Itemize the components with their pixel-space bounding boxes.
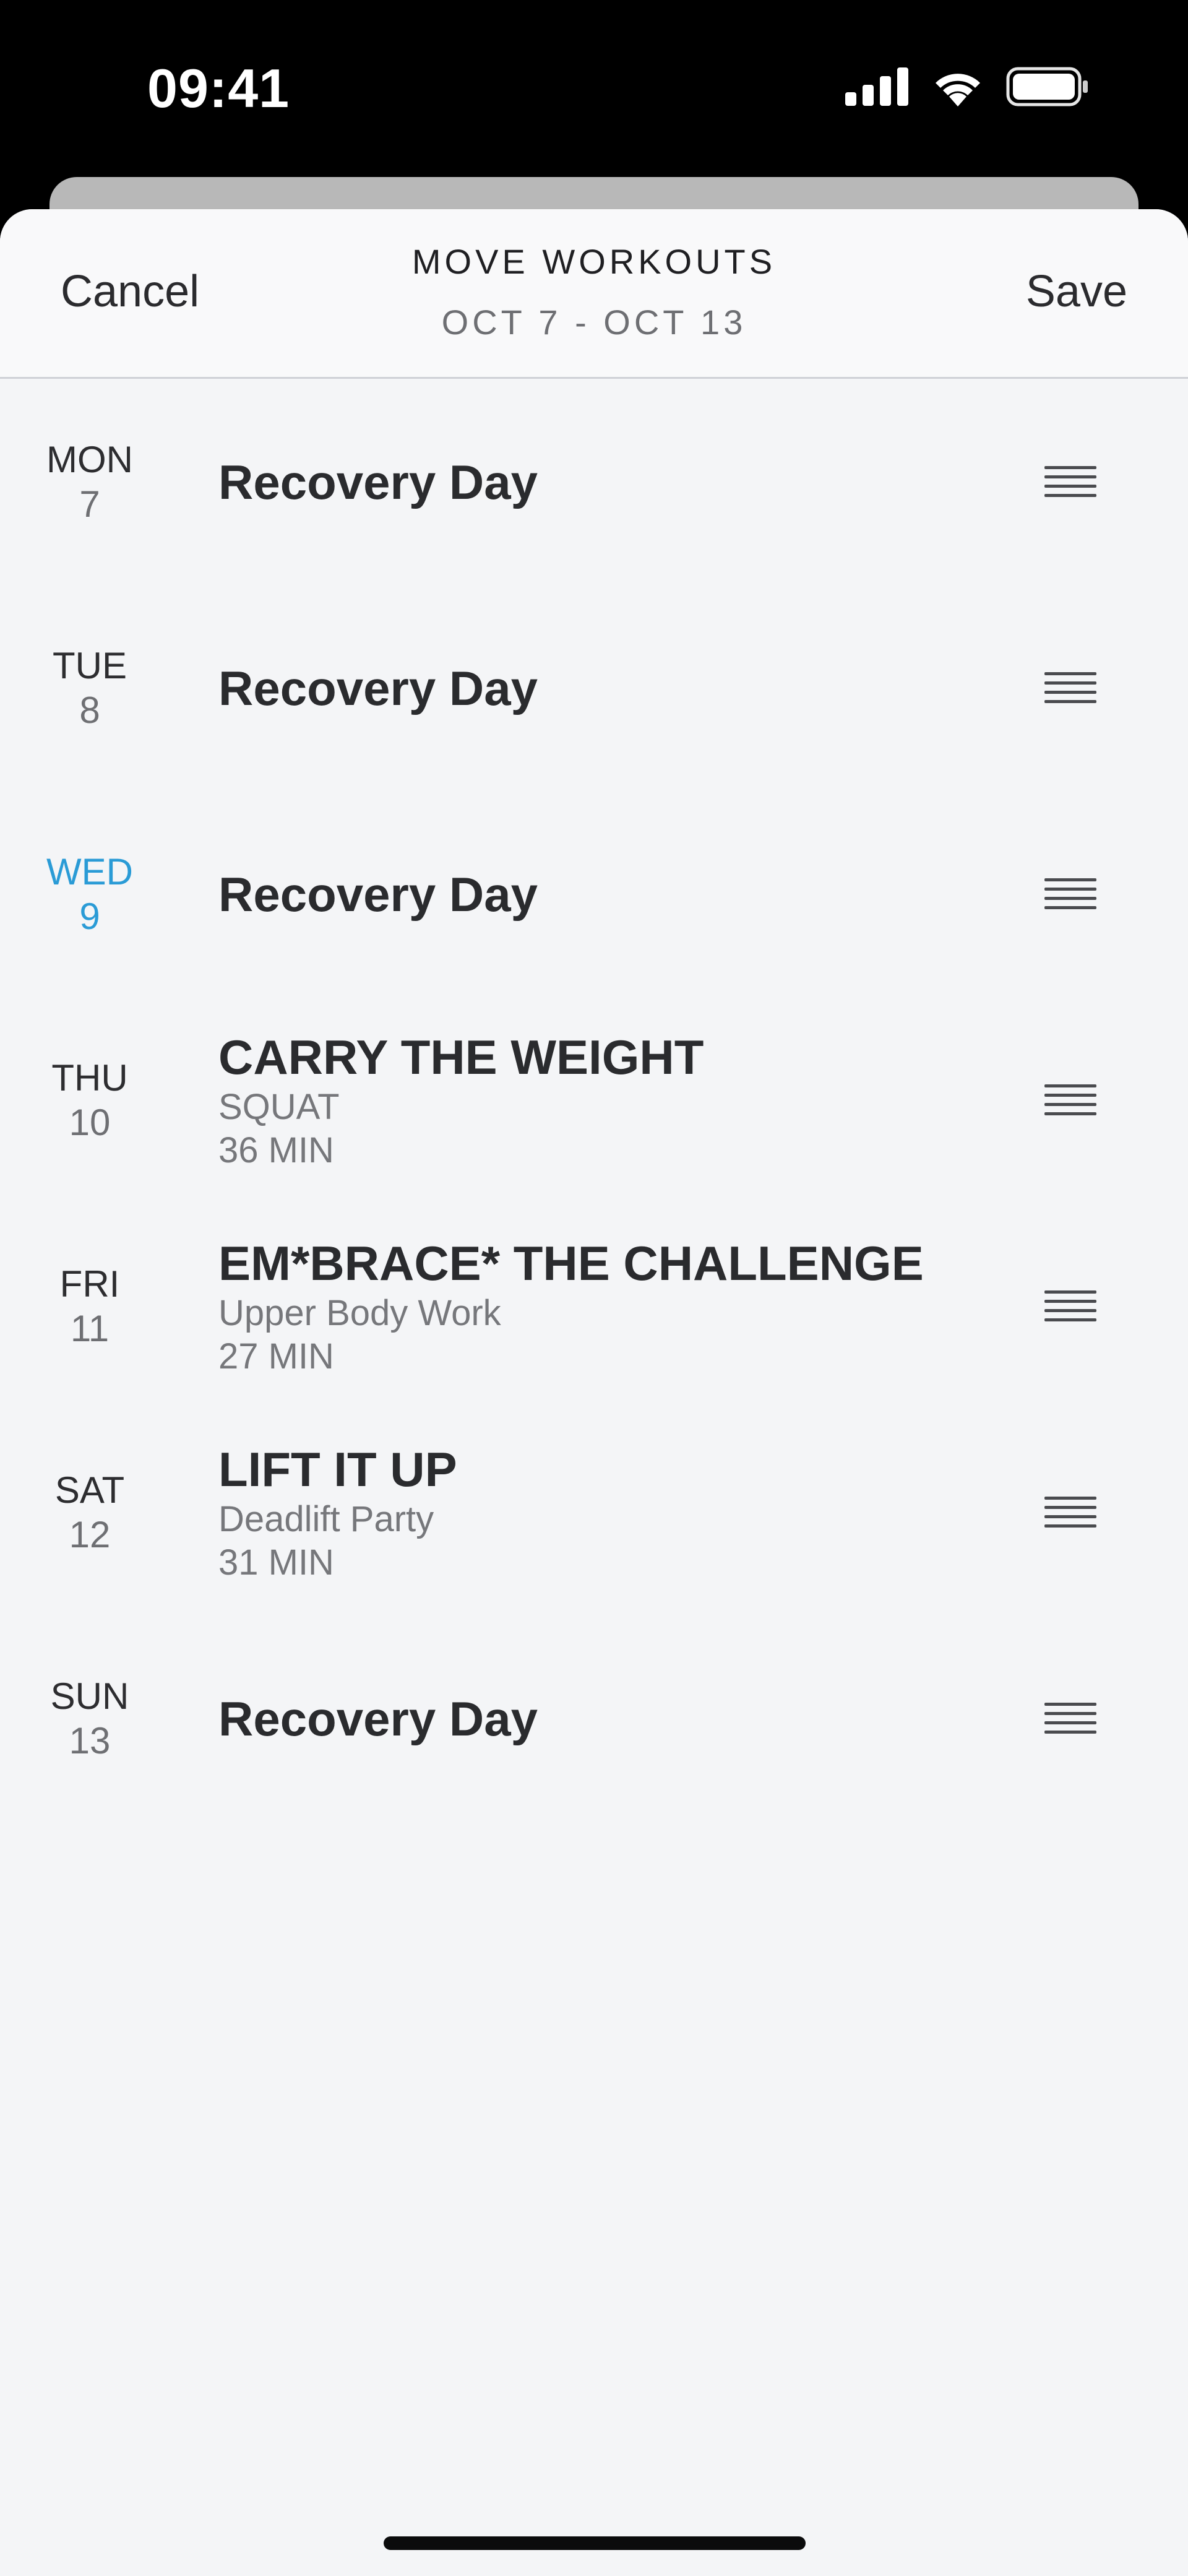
drag-handle-icon[interactable]	[1044, 878, 1096, 909]
workout-info: LIFT IT UP Deadlift Party 31 MIN	[218, 1409, 457, 1615]
workout-info: Recovery Day	[218, 791, 538, 997]
workout-title: Recovery Day	[218, 454, 538, 509]
workout-info: EM*BRACE* THE CHALLENGE Upper Body Work …	[218, 1203, 924, 1409]
drag-handle-icon[interactable]	[1044, 1703, 1096, 1734]
day-label: SUN 13	[0, 1615, 179, 1822]
drag-handle-icon[interactable]	[1044, 1290, 1096, 1321]
day-name: MON	[46, 438, 133, 480]
workout-subtitle: SQUAT	[218, 1086, 340, 1127]
day-name: WED	[46, 850, 133, 893]
day-label: SAT 12	[0, 1409, 179, 1615]
day-number: 7	[79, 483, 100, 525]
drag-handle-icon[interactable]	[1044, 1497, 1096, 1528]
day-name: FRI	[59, 1263, 120, 1305]
workout-title: CARRY THE WEIGHT	[218, 1029, 704, 1084]
day-number: 9	[79, 895, 100, 937]
move-workouts-sheet: Cancel MOVE WORKOUTS OCT 7 - OCT 13 Save…	[0, 209, 1188, 2576]
status-time: 09:41	[147, 58, 290, 119]
day-number: 12	[69, 1513, 111, 1555]
day-name: THU	[51, 1057, 128, 1099]
wifi-icon	[936, 74, 980, 106]
workout-subtitle: Upper Body Work	[218, 1292, 501, 1333]
workout-title: Recovery Day	[218, 660, 538, 715]
workout-row-sun: SUN 13 Recovery Day	[0, 1615, 1188, 1822]
day-label: TUE 8	[0, 585, 179, 791]
battery-icon	[1006, 67, 1088, 106]
day-label-today: WED 9	[0, 791, 179, 997]
cellular-signal-icon	[845, 67, 908, 106]
day-label: THU 10	[0, 997, 179, 1203]
workout-title: Recovery Day	[218, 867, 538, 922]
day-name: SUN	[50, 1675, 129, 1717]
workout-row-wed: WED 9 Recovery Day	[0, 791, 1188, 997]
drag-handle-icon[interactable]	[1044, 466, 1096, 497]
day-label: MON 7	[0, 379, 179, 585]
workout-title: LIFT IT UP	[218, 1441, 457, 1497]
workout-row-sat: SAT 12 LIFT IT UP Deadlift Party 31 MIN	[0, 1409, 1188, 1615]
drag-handle-icon[interactable]	[1044, 1084, 1096, 1115]
day-name: TUE	[53, 644, 127, 686]
workout-info: Recovery Day	[218, 379, 538, 585]
home-indicator[interactable]	[384, 2536, 806, 2550]
date-range: OCT 7 - OCT 13	[441, 303, 747, 342]
workout-row-mon: MON 7 Recovery Day	[0, 379, 1188, 585]
day-number: 13	[69, 1719, 111, 1761]
workout-info: CARRY THE WEIGHT SQUAT 36 MIN	[218, 997, 704, 1203]
day-name: SAT	[54, 1469, 125, 1511]
workout-duration: 31 MIN	[218, 1542, 334, 1583]
day-label: FRI 11	[0, 1203, 179, 1409]
workout-info: Recovery Day	[218, 585, 538, 791]
workout-title: EM*BRACE* THE CHALLENGE	[218, 1235, 924, 1290]
workout-row-fri: FRI 11 EM*BRACE* THE CHALLENGE Upper Bod…	[0, 1203, 1188, 1409]
workout-duration: 36 MIN	[218, 1130, 334, 1170]
page-title: MOVE WORKOUTS	[411, 242, 777, 281]
workout-title: Recovery Day	[218, 1691, 538, 1746]
app-screen: 09:41 Cancel MOVE WORKOUTS OCT 7 - OCT 1…	[0, 0, 1188, 2576]
status-bar: 09:41	[0, 0, 1188, 173]
sheet-header: Cancel MOVE WORKOUTS OCT 7 - OCT 13 Save	[0, 209, 1188, 379]
day-number: 8	[79, 689, 100, 731]
workout-row-tue: TUE 8 Recovery Day	[0, 585, 1188, 791]
status-icons	[845, 67, 1089, 106]
workout-row-thu: THU 10 CARRY THE WEIGHT SQUAT 36 MIN	[0, 997, 1188, 1203]
workout-subtitle: Deadlift Party	[218, 1498, 434, 1539]
workout-duration: 27 MIN	[218, 1336, 334, 1377]
workout-info: Recovery Day	[218, 1615, 538, 1822]
day-number: 11	[70, 1307, 110, 1349]
workout-list: MON 7 Recovery Day TUE 8 Recovery Day WE…	[0, 379, 1188, 1822]
day-number: 10	[69, 1101, 111, 1143]
drag-handle-icon[interactable]	[1044, 672, 1096, 703]
save-button[interactable]: Save	[1026, 266, 1127, 317]
